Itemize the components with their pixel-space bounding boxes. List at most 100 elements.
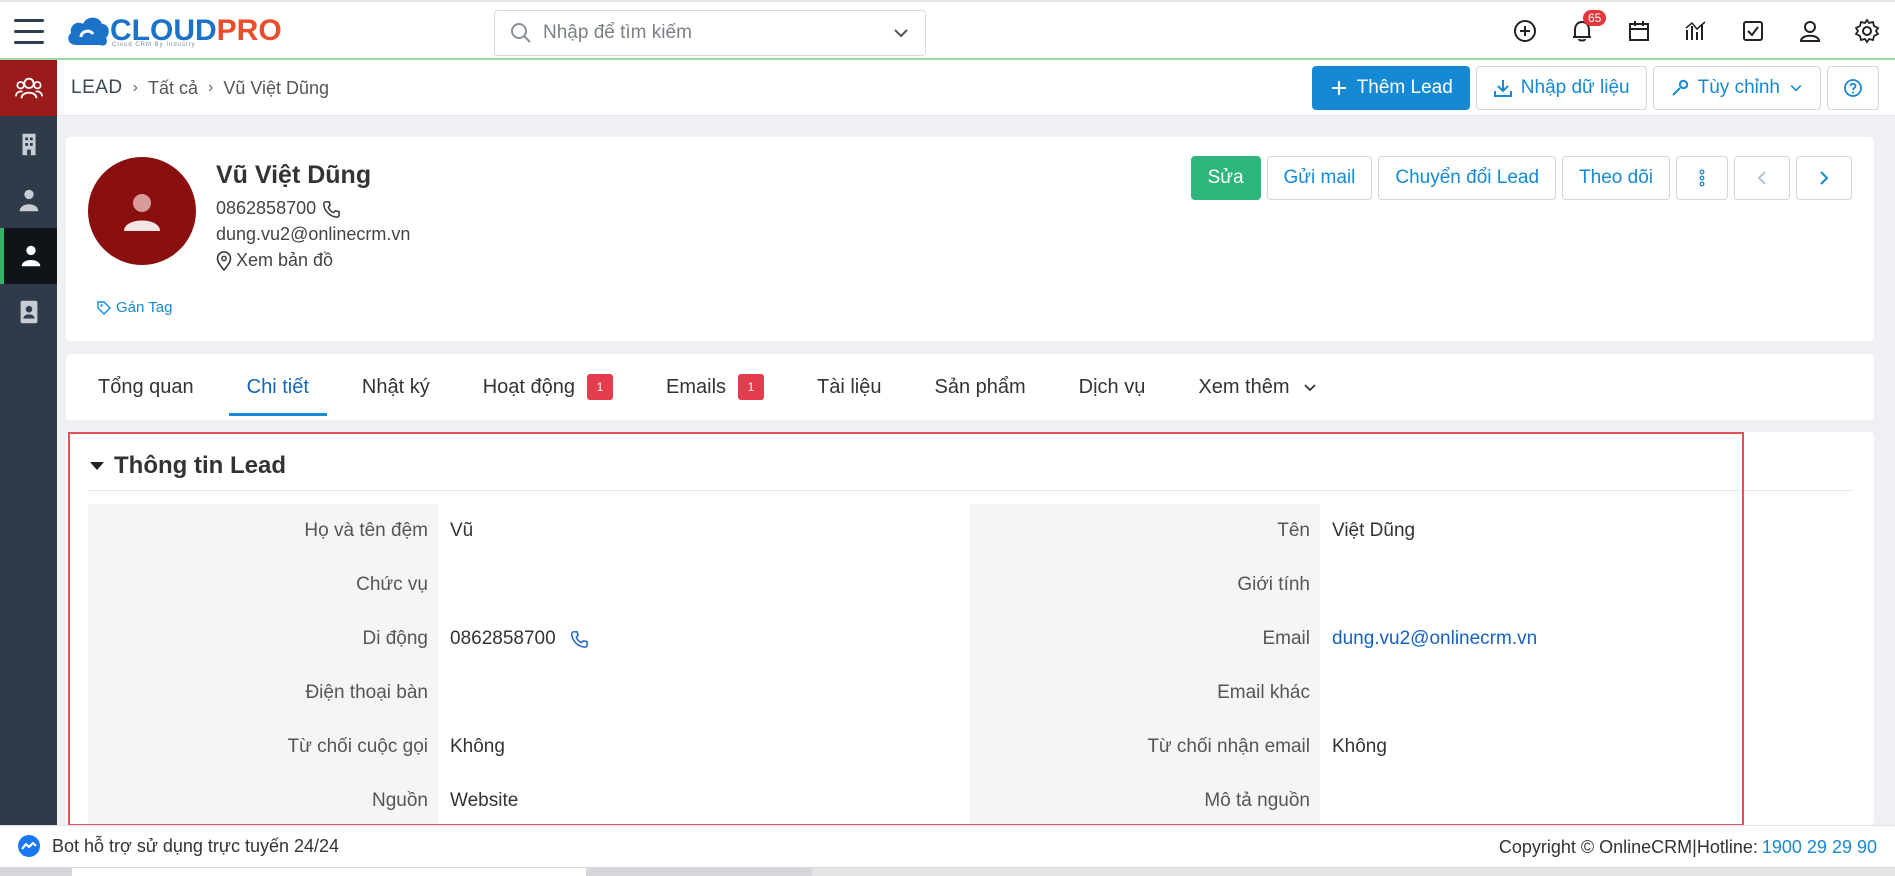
plus-icon	[1331, 81, 1346, 95]
messenger-icon	[18, 834, 40, 857]
lead-actions: Sửa Gửi mail Chuyển đổi Lead Theo dõi	[1190, 156, 1852, 200]
previous-record-button[interactable]	[1734, 156, 1790, 200]
lead-person-icon	[21, 245, 40, 267]
field-value[interactable]	[438, 666, 968, 720]
tab-products[interactable]: Sản phẩm	[917, 354, 1044, 420]
quick-add-button[interactable]	[1496, 2, 1553, 60]
field-row: Chức vụ	[88, 558, 968, 612]
field-label: Từ chối cuộc gọi	[88, 720, 438, 774]
lead-phone-row: 0862858700	[216, 198, 340, 219]
checkbox-icon	[1742, 21, 1763, 41]
top-icon-bar: 65	[1496, 2, 1895, 60]
menu-toggle-button[interactable]	[0, 2, 57, 60]
more-vertical-icon	[1699, 169, 1705, 187]
search-input[interactable]: Nhập để tìm kiếm	[543, 22, 891, 44]
assign-tag-link[interactable]: Gán Tag	[96, 299, 172, 316]
field-row: Email dung.vu2@onlinecrm.vn	[970, 612, 1850, 666]
gear-icon	[1854, 18, 1879, 44]
tab-details[interactable]: Chi tiết	[228, 354, 328, 420]
tab-label: Nhật ký	[361, 375, 430, 398]
chevron-down-icon	[1303, 384, 1316, 392]
sidebar-item-organizations[interactable]	[0, 116, 57, 172]
sidebar-item-contacts[interactable]	[0, 172, 57, 228]
tasks-button[interactable]	[1724, 2, 1781, 60]
field-row: Tên Việt Dũng	[970, 504, 1850, 558]
scrollbar-track-segment	[812, 868, 1895, 876]
avatar-person-icon	[124, 194, 160, 231]
lead-profile-card: Vũ Việt Dũng 0862858700 dung.vu2@onlinec…	[66, 137, 1874, 341]
sidebar	[0, 60, 57, 825]
view-map-link[interactable]: Xem bản đồ	[216, 250, 333, 271]
sidebar-item-leads[interactable]	[0, 60, 57, 116]
import-button[interactable]: Nhập dữ liệu	[1475, 66, 1647, 110]
field-value[interactable]	[1320, 666, 1850, 720]
logo[interactable]: CLOUDPRO Cloud CRM By Industry	[66, 8, 282, 54]
tab-emails[interactable]: Emails 1	[648, 354, 782, 420]
tab-label: Tổng quan	[98, 375, 194, 398]
settings-button[interactable]	[1838, 2, 1895, 60]
tab-label: Dịch vụ	[1078, 375, 1146, 398]
breadcrumb-all[interactable]: Tất cả	[148, 78, 198, 99]
tab-documents[interactable]: Tài liệu	[799, 354, 899, 420]
help-button[interactable]	[1827, 66, 1879, 110]
next-record-button[interactable]	[1796, 156, 1852, 200]
chevron-right-icon: ›	[208, 79, 214, 96]
sidebar-item-lead-active[interactable]	[0, 228, 57, 284]
sidebar-item-contact-cards[interactable]	[0, 284, 57, 340]
field-value[interactable]: Không	[1320, 720, 1850, 774]
reports-button[interactable]	[1667, 2, 1724, 60]
chart-icon	[1685, 21, 1705, 40]
support-bot-link[interactable]: Bot hỗ trợ sử dụng trực tuyến 24/24	[16, 834, 339, 860]
lead-email[interactable]: dung.vu2@onlinecrm.vn	[216, 224, 410, 245]
profile-button[interactable]	[1781, 2, 1838, 60]
lead-name: Vũ Việt Dũng	[216, 161, 372, 189]
tab-overview[interactable]: Tổng quan	[80, 354, 212, 420]
search-icon	[511, 23, 531, 43]
contact-person-icon	[19, 189, 38, 212]
tab-services[interactable]: Dịch vụ	[1061, 354, 1164, 420]
email-link[interactable]: dung.vu2@onlinecrm.vn	[1320, 612, 1850, 666]
map-pin-icon	[216, 250, 232, 271]
field-value[interactable]: Vũ	[438, 504, 968, 558]
convert-lead-button[interactable]: Chuyển đổi Lead	[1378, 156, 1557, 200]
field-value[interactable]: Website	[438, 774, 968, 825]
horizontal-scrollbar[interactable]	[0, 867, 1895, 876]
chevron-down-icon[interactable]	[891, 23, 911, 43]
mobile-value[interactable]: 0862858700	[438, 612, 968, 666]
field-label: Từ chối nhận email	[970, 720, 1320, 774]
building-icon	[21, 133, 36, 156]
right-field-column: Tên Việt Dũng Giới tính Email dung.vu2@o…	[970, 504, 1850, 825]
follow-button[interactable]: Theo dõi	[1562, 156, 1670, 200]
customize-dropdown[interactable]: Tùy chỉnh	[1652, 66, 1821, 110]
section-header[interactable]: Thông tin Lead	[90, 452, 286, 480]
field-label: Điện thoại bàn	[88, 666, 438, 720]
breadcrumb-bar: LEAD › Tất cả › Vũ Việt Dũng Thêm Lead N…	[57, 60, 1895, 116]
breadcrumb-root[interactable]: LEAD	[71, 77, 123, 99]
divider	[88, 490, 1854, 491]
mobile-number: 0862858700	[450, 628, 556, 649]
hotline-link[interactable]: 1900 29 29 90	[1762, 837, 1877, 858]
field-value[interactable]: Không	[438, 720, 968, 774]
scrollbar-thumb[interactable]	[72, 868, 586, 876]
tab-log[interactable]: Nhật ký	[344, 354, 448, 420]
send-mail-button[interactable]: Gửi mail	[1266, 156, 1373, 200]
global-search[interactable]: Nhập để tìm kiếm	[494, 10, 926, 56]
wrench-icon	[1671, 79, 1688, 96]
tab-more[interactable]: Xem thêm	[1180, 354, 1335, 420]
phone-icon[interactable]	[322, 200, 340, 218]
field-value[interactable]	[1320, 774, 1850, 825]
field-value[interactable]	[438, 558, 968, 612]
edit-button[interactable]: Sửa	[1190, 156, 1261, 200]
calendar-button[interactable]	[1610, 2, 1667, 60]
user-icon	[1799, 21, 1820, 42]
tab-label: Chi tiết	[246, 375, 309, 398]
field-value[interactable]	[1320, 558, 1850, 612]
add-lead-button[interactable]: Thêm Lead	[1311, 66, 1470, 110]
field-value[interactable]: Việt Dũng	[1320, 504, 1850, 558]
phone-icon[interactable]	[570, 630, 588, 648]
tab-activities[interactable]: Hoạt động 1	[465, 354, 631, 420]
more-actions-button[interactable]	[1676, 156, 1728, 200]
field-row: Từ chối nhận email Không	[970, 720, 1850, 774]
notifications-button[interactable]: 65	[1553, 2, 1610, 60]
logo-tagline: Cloud CRM By Industry	[112, 42, 196, 48]
